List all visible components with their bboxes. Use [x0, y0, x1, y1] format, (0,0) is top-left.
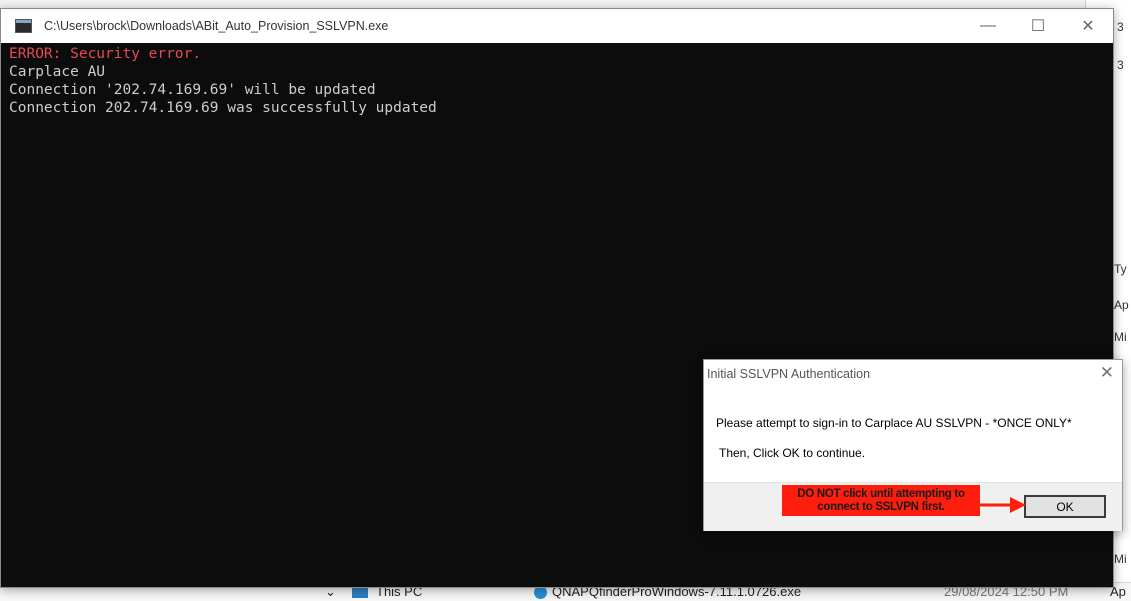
background-text-fragment: 3 [1117, 58, 1124, 72]
dialog-title: Initial SSLVPN Authentication [707, 367, 871, 381]
console-line: Connection 202.74.169.69 was successfull… [9, 100, 437, 116]
warning-annotation: DO NOT click until attempting to connect… [782, 485, 980, 516]
background-text-fragment: Ty [1114, 262, 1127, 276]
background-text-fragment: 3 [1117, 20, 1124, 34]
background-text-fragment: Mi [1114, 552, 1127, 566]
console-app-icon [15, 19, 32, 33]
warning-annotation-line2: connect to SSLVPN first. [817, 500, 945, 513]
dialog-content: Please attempt to sign-in to Carplace AU… [704, 388, 1122, 482]
console-line-error: ERROR: Security error. [9, 46, 202, 62]
console-line: Connection '202.74.169.69' will be updat… [9, 82, 376, 98]
dialog-titlebar[interactable]: Initial SSLVPN Authentication ✕ [704, 360, 1122, 388]
dialog-instruction: Then, Click OK to continue. [719, 446, 866, 460]
dialog-message: Please attempt to sign-in to Carplace AU… [716, 416, 1072, 430]
console-line: Carplace AU [9, 64, 106, 80]
console-titlebar[interactable]: C:\Users\brock\Downloads\ABit_Auto_Provi… [1, 9, 1113, 43]
ok-button[interactable]: OK [1024, 495, 1106, 518]
close-icon[interactable]: ✕ [1100, 363, 1114, 383]
background-text-fragment: Mi [1114, 330, 1127, 344]
background-text-fragment: Ap [1114, 298, 1129, 312]
minimize-button[interactable]: — [965, 9, 1011, 43]
window-title: C:\Users\brock\Downloads\ABit_Auto_Provi… [44, 19, 389, 33]
red-arrow-icon [980, 497, 1026, 513]
close-button[interactable]: ✕ [1065, 9, 1111, 43]
maximize-button[interactable]: ☐ [1015, 9, 1061, 43]
warning-annotation-line1: DO NOT click until attempting to [797, 487, 965, 500]
